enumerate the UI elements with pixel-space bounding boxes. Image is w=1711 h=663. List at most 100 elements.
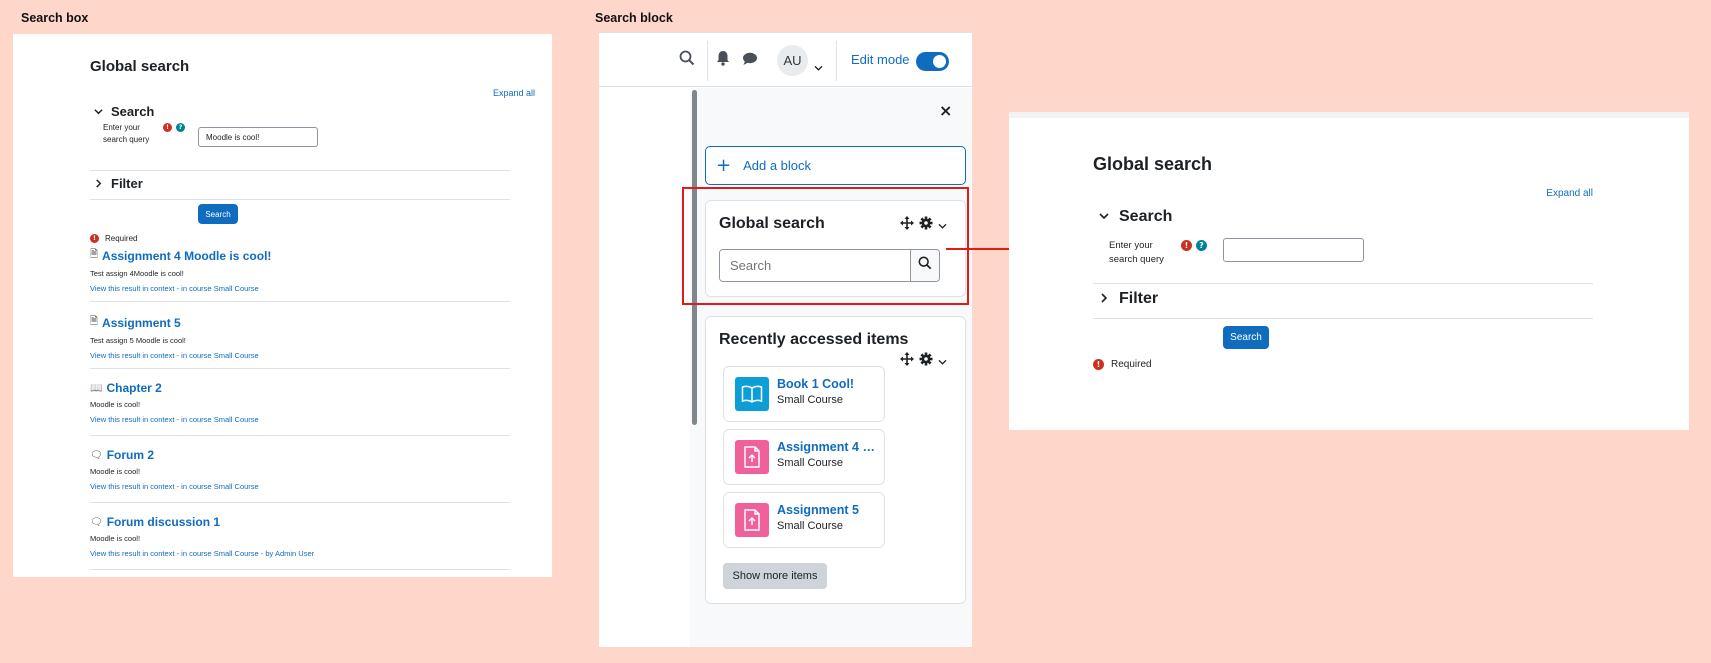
search-section-toggle[interactable]: Search [1099,208,1172,226]
result-description: Moodle is cool! [90,534,141,543]
required-note: ! Required [90,234,137,243]
show-more-button[interactable]: Show more items [723,563,827,589]
result-item: 🗎 Assignment 5 Test assign 5 Moodle is co… [90,314,510,369]
required-icon: ! [163,123,172,132]
search-box-label: Search box [21,11,89,25]
search-block-panel: AU Edit mode × + Add a block Global sear… [599,32,972,647]
result-description: Test assign 4Moodle is cool! [90,269,184,278]
filter-section-title: Filter [111,176,143,191]
divider [90,301,510,302]
book-icon [735,377,769,411]
result-title-link[interactable]: Assignment 4 Moodle is cool! [102,249,271,263]
move-icon[interactable] [900,351,914,370]
bell-icon[interactable] [716,50,730,70]
block-title: Recently accessed items [719,331,909,348]
filter-section-toggle[interactable]: Filter [94,176,143,191]
recent-item-name[interactable]: Assignment 4 Moodle is cool! [777,440,877,454]
search-query-input[interactable] [1223,238,1364,262]
result-item: 🗨 Forum discussion 1 Moodle is cool! View… [90,515,510,570]
result-item: 🗨 Forum 2 Moodle is cool! View this resul… [90,448,510,503]
result-description: Moodle is cool! [90,467,141,476]
result-links: View this result in context - in course … [90,415,259,424]
divider [836,41,837,81]
search-query-input[interactable] [198,127,318,147]
result-description: Test assign 5 Moodle is cool! [90,336,186,345]
close-icon[interactable]: × [939,101,952,120]
filter-section-toggle[interactable]: Filter [1099,290,1158,308]
chevron-down-icon[interactable] [938,351,947,370]
required-icon: ! [90,234,99,243]
navbar: AU Edit mode [599,32,972,87]
edit-mode-label: Edit mode [851,52,910,67]
block-controls [900,351,952,370]
divider [90,170,510,171]
search-icon[interactable] [679,50,695,70]
result-description: Moodle is cool! [90,400,141,409]
divider [90,199,510,200]
divider [1093,283,1593,284]
divider [1093,318,1593,319]
query-label: Enter your search query [1109,240,1164,265]
recent-items-block: Recently accessed items Book 1 Cool! Sma… [705,316,966,604]
result-title-link[interactable]: Forum 2 [107,448,154,462]
view-in-context-link[interactable]: View this result in context [90,415,175,424]
recent-item[interactable]: Assignment 4 Moodle is cool! Small Cours… [723,429,885,485]
course-link[interactable]: in course Small Course [181,482,259,491]
view-in-context-link[interactable]: View this result in context [90,284,175,293]
required-note: ! Required [1093,359,1152,370]
chat-icon[interactable] [742,51,758,70]
expand-all-link[interactable]: Expand all [493,88,535,98]
result-item: 📖 Chapter 2 Moodle is cool! View this res… [90,381,510,436]
result-title-link[interactable]: Chapter 2 [106,381,161,395]
divider [90,569,510,570]
search-results-panel: Global search Expand all Search Enter yo… [13,34,552,577]
chevron-down-icon [1099,208,1109,226]
help-icon[interactable]: ? [1196,240,1207,251]
chevron-down-icon[interactable] [814,57,823,76]
search-section-toggle[interactable]: Search [94,104,154,119]
result-title-link[interactable]: Forum discussion 1 [107,515,220,529]
edit-mode-toggle[interactable] [916,52,949,71]
assignment-icon: 🗎 [90,249,99,260]
search-button[interactable]: Search [198,204,238,224]
course-link[interactable]: in course Small Course [181,549,259,558]
result-title-link[interactable]: Assignment 5 [102,316,181,330]
add-block-button[interactable]: + Add a block [705,146,966,185]
search-page-panel: Global search Expand all Search Enter yo… [1009,112,1689,430]
search-button[interactable]: Search [1223,326,1269,349]
recent-item[interactable]: Book 1 Cool! Small Course [723,366,885,422]
divider [90,368,510,369]
required-icon: ! [1181,240,1192,251]
help-icon[interactable]: ? [176,123,185,132]
recent-item-course: Small Course [777,520,844,532]
toggle-knob [933,55,946,68]
assignment-icon: 🗎 [90,316,99,327]
gear-icon[interactable] [919,351,933,370]
required-text: Required [1111,359,1152,370]
recent-item-name[interactable]: Book 1 Cool! [777,377,877,391]
view-in-context-link[interactable]: View this result in context [90,549,175,558]
result-links: View this result in context - in course … [90,284,259,293]
view-in-context-link[interactable]: View this result in context [90,482,175,491]
chevron-right-icon [1099,290,1109,308]
result-links: View this result in context - in course … [90,482,259,491]
course-link[interactable]: in course Small Course [181,415,259,424]
avatar[interactable]: AU [777,45,808,76]
recent-item-course: Small Course [777,457,844,469]
add-block-label: Add a block [743,158,812,173]
recent-item[interactable]: Assignment 5 Small Course [723,492,885,548]
divider [90,435,510,436]
expand-all-link[interactable]: Expand all [1546,188,1593,199]
result-item: 🗎 Assignment 4 Moodle is cool! Test assig… [90,247,510,302]
course-link[interactable]: in course Small Course [181,284,259,293]
result-links: View this result in context - in course … [90,549,315,558]
recent-item-course: Small Course [777,394,844,406]
recent-item-name[interactable]: Assignment 5 [777,503,877,517]
forum-icon: 🗨 [90,449,103,461]
book-icon: 📖 [90,382,103,394]
view-in-context-link[interactable]: View this result in context [90,351,175,360]
forum-icon: 🗨 [90,516,103,528]
course-link[interactable]: in course Small Course [181,351,259,360]
author-link[interactable]: by Admin User [265,549,314,558]
search-section-title: Search [1119,208,1173,225]
